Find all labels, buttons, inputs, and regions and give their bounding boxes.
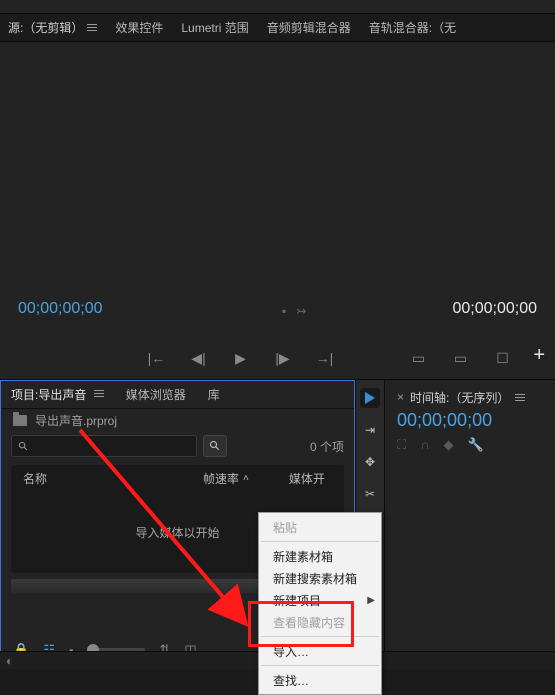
step-forward-icon[interactable]: |▶ [274,350,292,367]
submenu-arrow-icon: ▶ [367,595,375,606]
menu-paste: 粘贴 [259,516,381,538]
project-filename: 导出声音.prproj [35,412,117,429]
fit-icon[interactable]: ▪ [282,304,286,318]
context-menu: 粘贴 新建素材箱 新建搜索素材箱 新建项目 ▶ 查看隐藏内容 导入… 查找… [258,512,382,695]
track-select-tool[interactable]: ⇥ [360,420,380,440]
search-icon [18,441,29,452]
timecode-in[interactable]: 00;00;00;00 [18,300,103,318]
tab-media-browser[interactable]: 媒体浏览器 [126,386,186,403]
button-editor-icon[interactable]: + [533,344,545,367]
menu-find[interactable]: 查找… [259,669,381,691]
tab-effect-controls[interactable]: 效果控件 [115,19,163,36]
settings-icon[interactable]: 🔧 [467,437,483,453]
tab-source-label: 源:（无剪辑） [8,19,83,36]
tab-audio-track-mixer[interactable]: 音轨混合器:（无 [369,19,456,36]
timeline-tab-label[interactable]: 时间轴:（无序列） [410,389,509,406]
insert-icon[interactable]: ▭ [410,350,428,367]
tab-project[interactable]: 项目:导出声音 [11,386,104,403]
tab-project-label: 项目:导出声音 [11,388,86,402]
snap-icon[interactable]: ⛶ [397,437,406,453]
column-framerate[interactable]: 帧速率 ˄ [203,470,249,487]
item-count: 0 个项 [310,438,344,455]
source-monitor: 00;00;00;00 00;00;00;00 ▪ ↣ ◆ { |← ◀| ▶ … [0,42,555,380]
close-tab-icon[interactable]: × [397,390,404,404]
menu-new-item-label: 新建项目 [273,592,321,609]
project-panel-tabs: 项目:导出声音 媒体浏览器 库 [1,381,354,409]
tab-library[interactable]: 库 [208,386,220,403]
tab-lumetri[interactable]: Lumetri 范围 [181,19,248,36]
overwrite-icon[interactable]: ▭ [452,350,470,367]
go-to-out-icon[interactable]: →| [316,350,334,366]
selection-tool[interactable] [360,388,380,408]
menu-import[interactable]: 导入… [259,640,381,662]
cloud-status-icon[interactable]: ◐ [6,654,13,668]
panel-menu-icon[interactable] [515,392,525,403]
panel-menu-icon[interactable] [87,22,97,33]
bin-columns-header: 名称 帧速率 ˄ 媒体开 [11,465,344,491]
linked-selection-icon[interactable]: ∩ [420,437,429,453]
timeline-timecode[interactable]: 00;00;00;00 [397,410,549,431]
folder-icon [13,415,27,426]
timecode-out: 00;00;00;00 [452,300,537,318]
add-marker-icon[interactable]: ◆ [443,437,453,453]
menu-new-search-bin[interactable]: 新建搜索素材箱 [259,567,381,589]
razor-tool[interactable]: ✂ [360,484,380,504]
ripple-edit-tool[interactable]: ✥ [360,452,380,472]
source-panel-tabs: 源:（无剪辑） 效果控件 Lumetri 范围 音频剪辑混合器 音轨混合器:（无 [0,14,555,42]
tab-source[interactable]: 源:（无剪辑） [8,19,97,36]
export-frame-icon[interactable]: ☐ [494,350,512,367]
search-input[interactable] [11,435,197,457]
transport-controls: |← ◀| ▶ |▶ →| ▭ ▭ ☐ [0,337,555,379]
project-file-row: 导出声音.prproj [1,409,354,431]
sort-asc-icon: ˄ [243,473,249,484]
column-media-start[interactable]: 媒体开 [289,470,325,487]
column-framerate-label: 帧速率 [203,470,239,487]
column-name[interactable]: 名称 [23,470,163,487]
menu-new-bin[interactable]: 新建素材箱 [259,545,381,567]
step-back-icon[interactable]: ◀| [190,350,208,367]
menu-view-hidden: 查看隐藏内容 [259,611,381,633]
panel-menu-icon[interactable] [94,388,104,399]
import-hint: 导入媒体以开始 [135,524,219,541]
go-to-in-icon[interactable]: |← [148,350,166,366]
step-icon[interactable]: ↣ [296,304,306,318]
timeline-panel: × 时间轴:（无序列） 00;00;00;00 ⛶ ∩ ◆ 🔧 [385,380,555,669]
play-icon[interactable]: ▶ [232,350,250,367]
menu-new-item[interactable]: 新建项目 ▶ [259,589,381,611]
find-button[interactable] [203,435,227,457]
tab-audio-clip-mixer[interactable]: 音频剪辑混合器 [267,19,351,36]
search-icon [209,440,221,452]
marker-toggle-icons: ▪ ↣ [282,304,306,318]
